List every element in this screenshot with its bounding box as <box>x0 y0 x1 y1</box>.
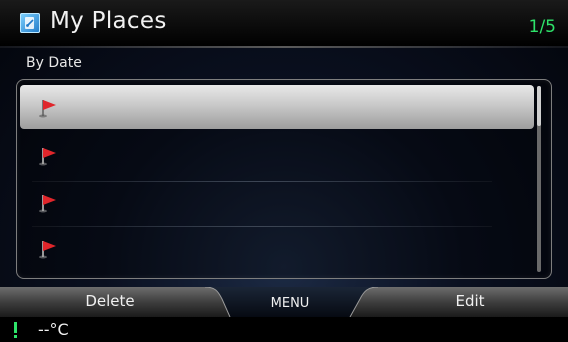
scrollbar[interactable] <box>537 86 541 272</box>
screen: My Places 1/5 By Date Delete MENU Edit -… <box>0 0 568 342</box>
my-places-icon <box>20 13 40 33</box>
menu-button[interactable]: MENU <box>235 296 345 311</box>
page-indicator: 1/5 <box>528 17 556 37</box>
delete-button[interactable]: Delete <box>40 292 180 310</box>
outside-temperature: --°C <box>38 320 69 339</box>
warning-exclamation-icon <box>14 322 17 338</box>
page-title: My Places <box>50 8 167 34</box>
list-item[interactable] <box>20 85 534 129</box>
sort-label[interactable]: By Date <box>26 55 82 71</box>
edit-button[interactable]: Edit <box>400 292 540 310</box>
scrollbar-thumb[interactable] <box>537 86 541 126</box>
flag-icon <box>39 148 56 166</box>
flag-icon <box>39 100 56 118</box>
header-bar: My Places 1/5 <box>0 0 568 46</box>
list-item[interactable] <box>20 133 534 177</box>
softkey-bar: Delete MENU Edit <box>0 287 568 317</box>
flag-icon <box>39 241 56 259</box>
list-item[interactable] <box>20 226 534 270</box>
list-item[interactable] <box>20 180 534 224</box>
status-bar: --°C <box>0 317 568 342</box>
header-divider <box>0 46 568 48</box>
flag-icon <box>39 195 56 213</box>
